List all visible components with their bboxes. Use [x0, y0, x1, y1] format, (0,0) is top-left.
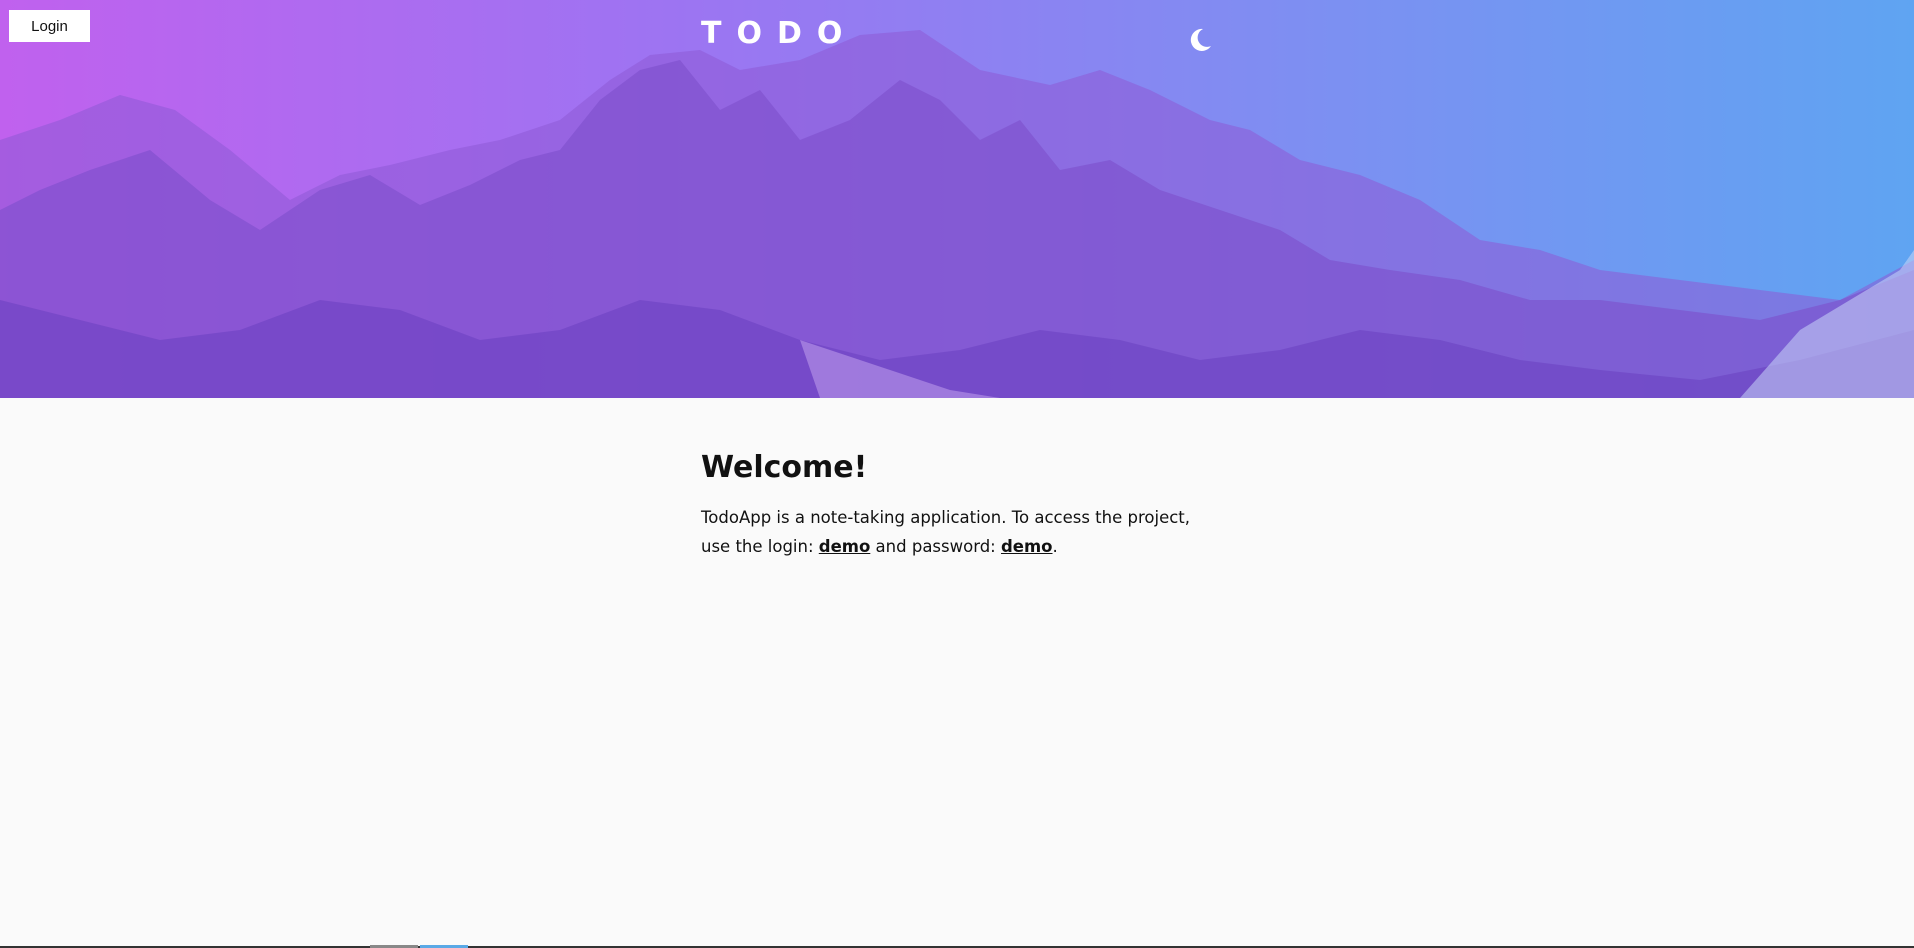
intro-paragraph: TodoApp is a note-taking application. To…: [701, 503, 1201, 561]
app-title: TODO: [701, 16, 858, 51]
demo-login-link[interactable]: demo: [819, 537, 871, 556]
login-button[interactable]: Login: [9, 10, 90, 42]
welcome-section: Welcome! TodoApp is a note-taking applic…: [701, 450, 1201, 561]
mountain-background-image: [0, 30, 1914, 398]
demo-password-link[interactable]: demo: [1001, 537, 1053, 556]
hero-banner: Login TODO: [0, 0, 1914, 398]
moon-icon[interactable]: [1186, 26, 1214, 54]
welcome-heading: Welcome!: [701, 450, 868, 485]
intro-text-end: .: [1052, 537, 1058, 556]
intro-text-part2: and password:: [870, 537, 1001, 556]
